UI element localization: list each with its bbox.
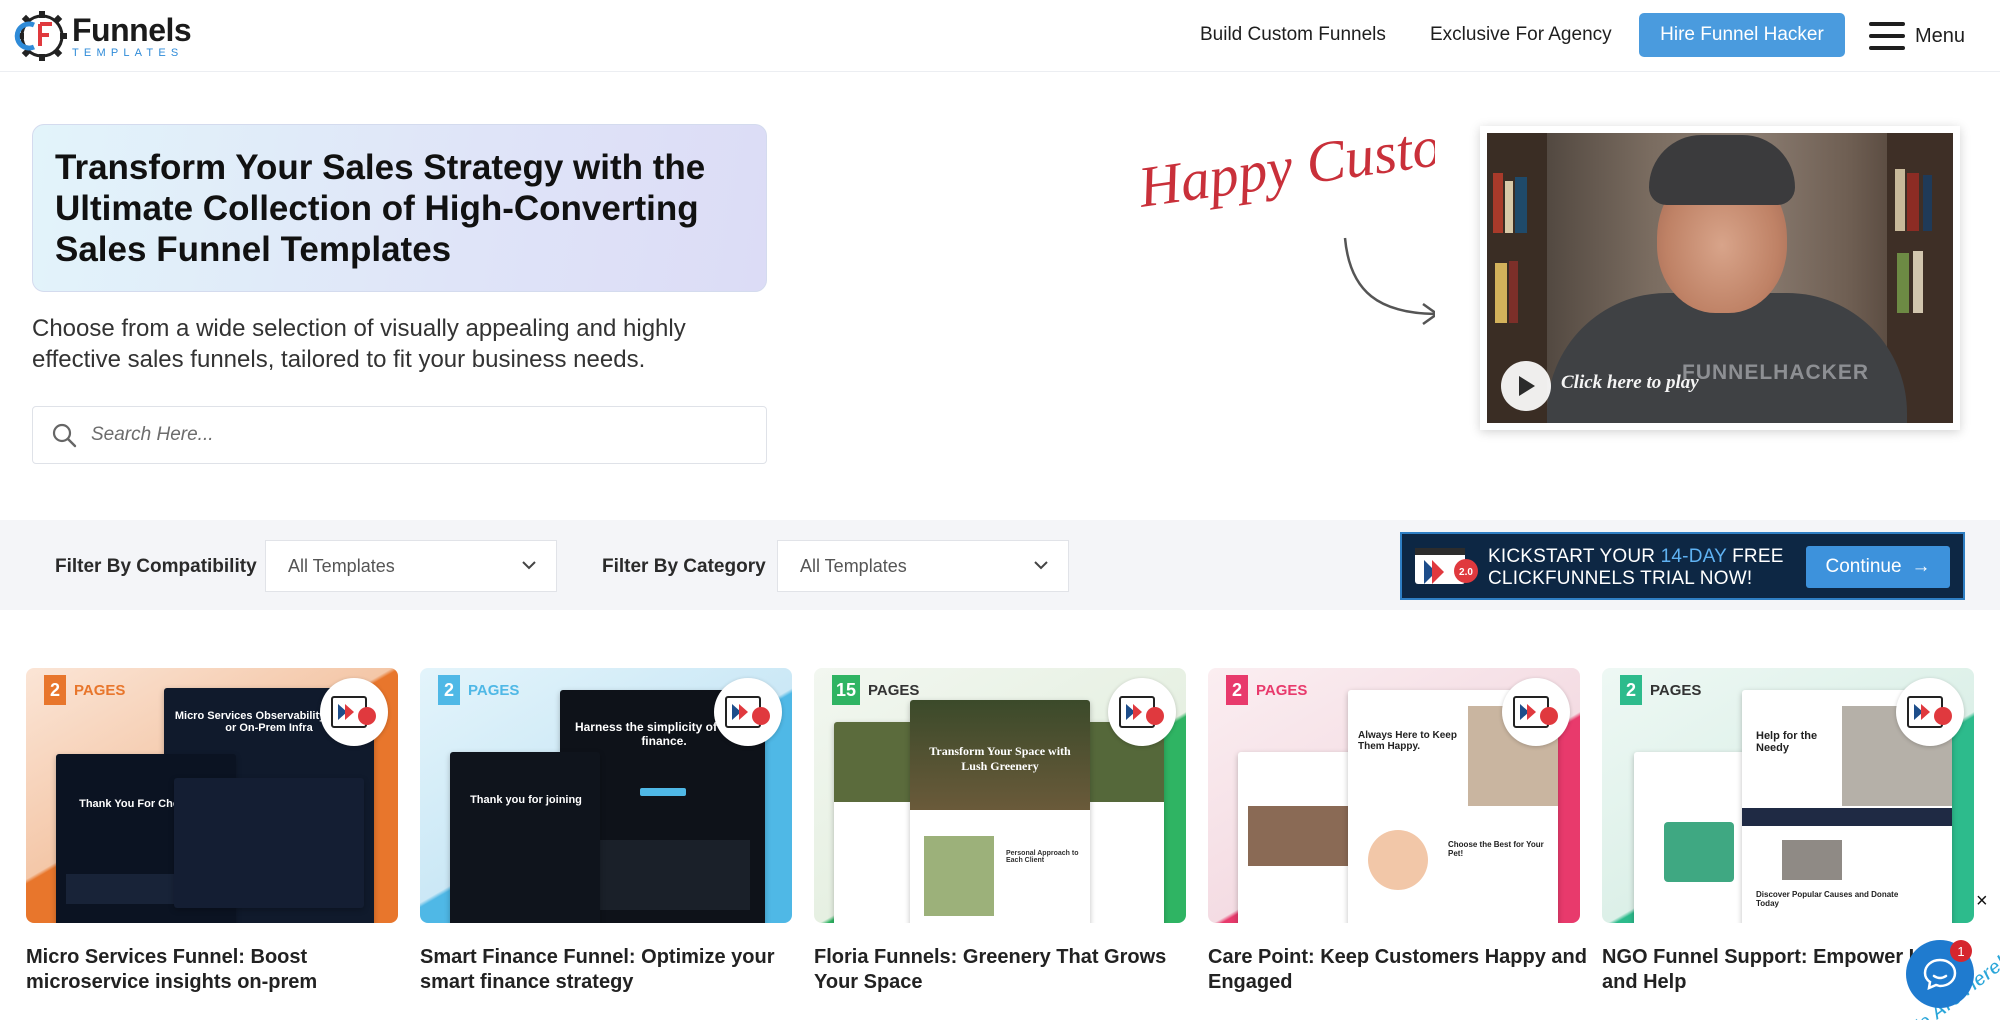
template-title[interactable]: Care Point: Keep Customers Happy and Eng… <box>1208 945 1588 995</box>
arrow-right-icon: → <box>1911 556 1931 577</box>
clickfunnels-logo-icon: 2.0 <box>1415 548 1478 584</box>
clickfunnels-badge-icon <box>320 678 388 746</box>
svg-text:2.0: 2.0 <box>1459 567 1473 578</box>
video-caption: Click here to play <box>1561 372 1699 393</box>
menu-label: Menu <box>1915 24 1966 47</box>
pages-badge: 2 PAGES <box>44 674 125 706</box>
chat-notification-badge: 1 <box>1950 940 1972 962</box>
hero-subtitle: Choose from a wide selection of visually… <box>32 315 686 373</box>
pages-badge: 2 PAGES <box>1226 674 1307 706</box>
template-card[interactable]: 2 PAGES Always Here to Keep Them Happy. C… <box>1208 668 1587 995</box>
category-select[interactable]: All Templates <box>777 540 1069 592</box>
template-title[interactable]: Micro Services Funnel: Boost microservic… <box>26 945 406 995</box>
category-select-value: All Templates <box>800 555 907 576</box>
logo-subtitle: TEMPLATES <box>72 46 184 59</box>
compatibility-select[interactable]: All Templates <box>265 540 557 592</box>
site-header: Funnels TEMPLATES Build Custom Funnels E… <box>0 0 2000 72</box>
chevron-down-icon <box>522 561 536 570</box>
happy-customer-text: Happy Customer <box>1135 118 1435 220</box>
clickfunnels-badge-icon <box>1502 678 1570 746</box>
clickfunnels-badge-icon <box>1896 678 1964 746</box>
testimonial-video[interactable]: FUNNELHACKER Click here to play <box>1480 126 1960 430</box>
chevron-down-icon <box>1034 561 1048 570</box>
hamburger-icon <box>1869 22 1905 50</box>
logo-name: Funnels <box>72 11 192 48</box>
video-thumbnail: FUNNELHACKER Click here to play <box>1487 133 1953 423</box>
template-thumbnail[interactable]: 2 PAGES Harness the simplicity of smart f… <box>420 668 792 923</box>
template-thumbnail[interactable]: 2 PAGES Micro Services Observability: Clo… <box>26 668 398 923</box>
happy-customer-annotation: Happy Customer <box>1135 118 1435 326</box>
pages-badge: 2 PAGES <box>438 674 519 706</box>
search-input[interactable] <box>91 424 731 446</box>
site-logo[interactable]: Funnels TEMPLATES <box>14 9 192 63</box>
nav-build-custom-funnels[interactable]: Build Custom Funnels <box>1200 24 1386 46</box>
hero-title-card: Transform Your Sales Strategy with the U… <box>32 124 767 292</box>
clickfunnels-trial-banner[interactable]: 2.0 KICKSTART YOUR 14-DAY FREE CLICKFUNN… <box>1400 532 1965 600</box>
shirt-logo-text: FUNNELHACKER <box>1682 361 1869 384</box>
play-icon[interactable] <box>1501 361 1551 411</box>
template-thumbnail[interactable]: 2 PAGES Help for the Needy Discover Popul… <box>1602 668 1974 923</box>
template-card[interactable]: 15 PAGES Transform Your Space with Lush G… <box>814 668 1186 995</box>
menu-button[interactable]: Menu <box>1869 18 1965 54</box>
gear-logo-icon <box>14 11 67 61</box>
pages-badge: 2 PAGES <box>1620 674 1701 706</box>
compatibility-select-value: All Templates <box>288 555 395 576</box>
search-box[interactable] <box>32 406 767 464</box>
nav-exclusive-for-agency[interactable]: Exclusive For Agency <box>1430 24 1612 46</box>
template-card[interactable]: 2 PAGES Harness the simplicity of smart f… <box>420 668 792 995</box>
template-title[interactable]: Smart Finance Funnel: Optimize your smar… <box>420 945 800 995</box>
continue-button[interactable]: Continue → <box>1806 546 1950 588</box>
pages-badge: 15 PAGES <box>832 674 919 706</box>
chat-icon <box>1923 958 1957 990</box>
search-icon <box>52 423 77 448</box>
filter-compatibility-label: Filter By Compatibility <box>55 556 257 577</box>
filter-category-label: Filter By Category <box>602 556 766 577</box>
template-card[interactable]: 2 PAGES Micro Services Observability: Clo… <box>26 668 398 995</box>
clickfunnels-badge-icon <box>714 678 782 746</box>
template-title[interactable]: Floria Funnels: Greenery That Grows Your… <box>814 945 1194 995</box>
filter-bar: Filter By Compatibility All Templates Fi… <box>0 520 2000 610</box>
trial-banner-text: KICKSTART YOUR 14-DAY FREE CLICKFUNNELS … <box>1488 546 1784 589</box>
template-thumbnail[interactable]: 2 PAGES Always Here to Keep Them Happy. C… <box>1208 668 1580 923</box>
hire-funnel-hacker-button[interactable]: Hire Funnel Hacker <box>1639 13 1845 57</box>
template-thumbnail[interactable]: 15 PAGES Transform Your Space with Lush G… <box>814 668 1186 923</box>
clickfunnels-badge-icon <box>1108 678 1176 746</box>
chat-close-icon[interactable]: × <box>1976 890 1988 913</box>
curved-arrow-icon <box>1343 237 1435 316</box>
hero-title: Transform Your Sales Strategy with the U… <box>55 148 706 269</box>
